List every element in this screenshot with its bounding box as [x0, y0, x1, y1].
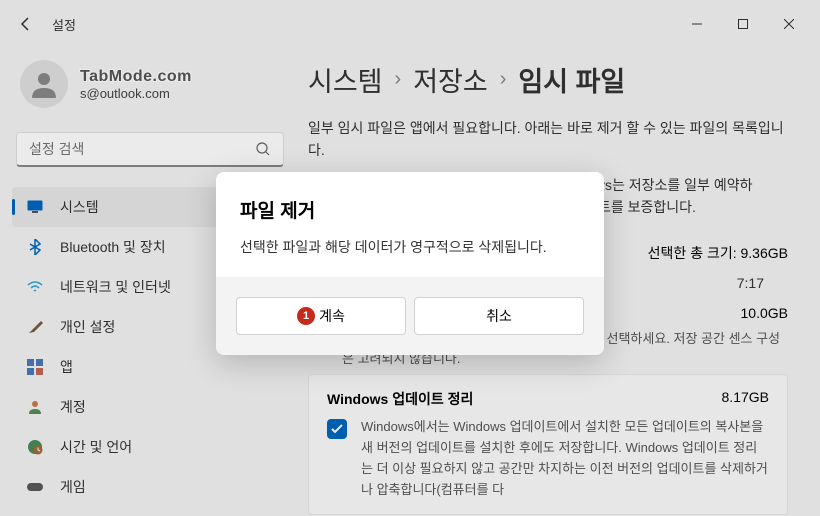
cancel-button[interactable]: 취소 [414, 297, 584, 335]
continue-button[interactable]: 1 계속 [236, 297, 406, 335]
dialog-overlay: 파일 제거 선택한 파일과 해당 데이터가 영구적으로 삭제됩니다. 1 계속 … [0, 0, 820, 516]
cancel-label: 취소 [486, 306, 512, 326]
dialog-message: 선택한 파일과 해당 데이터가 영구적으로 삭제됩니다. [240, 237, 580, 257]
annotation-badge: 1 [297, 307, 315, 325]
confirm-dialog: 파일 제거 선택한 파일과 해당 데이터가 영구적으로 삭제됩니다. 1 계속 … [216, 172, 604, 355]
dialog-title: 파일 제거 [240, 196, 580, 223]
continue-label: 계속 [319, 306, 345, 326]
